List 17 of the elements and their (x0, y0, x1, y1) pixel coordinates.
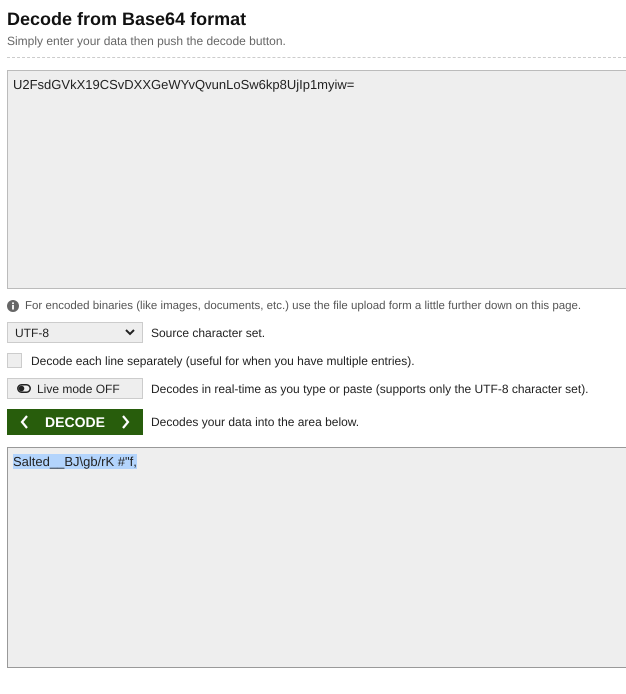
decode-hint: Decodes your data into the area below. (151, 415, 360, 429)
output-field[interactable]: Salted__BJ\gb/rK #"f, (7, 447, 626, 668)
page-heading: Decode from Base64 format (7, 8, 248, 30)
checkbox-label: Decode each line separately (useful for when you have multiple entries). (31, 354, 415, 368)
input-field[interactable]: U2FsdGVkX19CSvDXXGeWYvQvunLoSw6kp8UjIp1myiw= (7, 70, 626, 289)
chevron-left-icon (20, 415, 29, 429)
page-subtitle: Simply enter your data then push the decode button. (7, 34, 287, 48)
chevron-right-icon (121, 415, 130, 429)
charset-hint: Source character set. (151, 326, 266, 340)
charset-select[interactable]: UTF-8 (7, 322, 143, 343)
decode-button[interactable]: DECODE (7, 409, 143, 435)
chevron-down-icon (125, 329, 135, 336)
live-mode-hint: Decodes in real-time as you type or paste (supports only the UTF-8 character set). (151, 382, 589, 396)
live-mode-button[interactable]: Live mode OFF (7, 378, 143, 399)
checkbox[interactable] (7, 353, 22, 368)
info-text: For encoded binaries (like images, documents, etc.) use the file upload form a little further down on this page. (25, 300, 582, 312)
info-icon (7, 300, 19, 312)
